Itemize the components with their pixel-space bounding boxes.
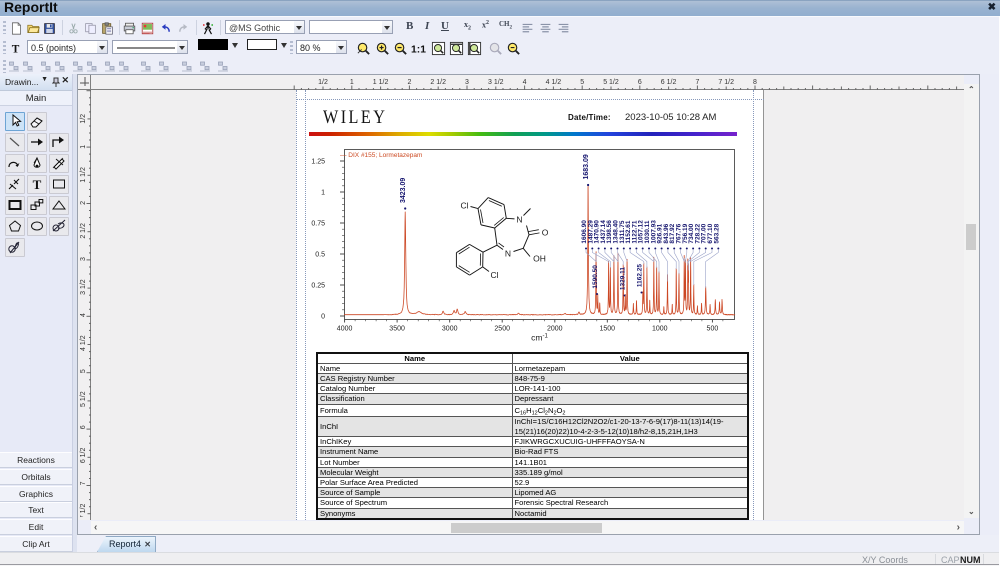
svg-text:8: 8 <box>753 79 757 86</box>
svg-text:500: 500 <box>707 326 719 333</box>
svg-text:O: O <box>542 227 549 237</box>
svg-text:4 1/2: 4 1/2 <box>546 79 562 86</box>
svg-text:T: T <box>12 44 20 55</box>
svg-text:0.25: 0.25 <box>311 282 325 289</box>
svg-text:3423.09: 3423.09 <box>400 178 407 203</box>
svg-text:0: 0 <box>321 313 325 320</box>
svg-text:3 1/2: 3 1/2 <box>488 79 504 86</box>
svg-text:5 1/2: 5 1/2 <box>80 391 87 407</box>
svg-text:1: 1 <box>321 189 325 196</box>
svg-text:1/2: 1/2 <box>80 114 87 124</box>
svg-text:4: 4 <box>523 79 527 86</box>
svg-text:Cl: Cl <box>490 270 498 280</box>
svg-text:2000: 2000 <box>547 326 563 333</box>
svg-text:1500: 1500 <box>600 326 616 333</box>
svg-text:5 1/2: 5 1/2 <box>603 79 619 86</box>
svg-text:5: 5 <box>80 369 87 373</box>
svg-text:N: N <box>505 248 511 258</box>
svg-text:7 1/2: 7 1/2 <box>80 504 87 517</box>
svg-text:N: N <box>516 215 522 225</box>
svg-text:cm-1: cm-1 <box>531 333 548 343</box>
svg-text:3: 3 <box>80 257 87 261</box>
svg-text:4: 4 <box>80 313 87 317</box>
svg-text:0.75: 0.75 <box>311 220 325 227</box>
svg-text:1590.50: 1590.50 <box>592 265 599 289</box>
svg-text:6 1/2: 6 1/2 <box>80 448 87 464</box>
svg-text:6: 6 <box>638 79 642 86</box>
svg-text:2: 2 <box>80 201 87 205</box>
svg-text:2 1/2: 2 1/2 <box>430 79 446 86</box>
svg-text:1 1/2: 1 1/2 <box>373 79 389 86</box>
svg-text:7: 7 <box>80 481 87 485</box>
svg-text:6: 6 <box>80 425 87 429</box>
svg-text:3000: 3000 <box>442 326 458 333</box>
svg-text:— DIX #155; Lormetazepam: — DIX #155; Lormetazepam <box>340 152 422 159</box>
svg-text:4 1/2: 4 1/2 <box>80 335 87 351</box>
svg-text:Cl: Cl <box>460 200 468 210</box>
svg-text:5: 5 <box>580 79 584 86</box>
svg-text:4000: 4000 <box>337 326 353 333</box>
svg-text:1: 1 <box>350 79 354 86</box>
svg-text:2: 2 <box>407 79 411 86</box>
svg-text:OH: OH <box>533 254 546 264</box>
svg-text:3: 3 <box>465 79 469 86</box>
svg-text:1:1: 1:1 <box>411 45 426 56</box>
svg-text:7 1/2: 7 1/2 <box>718 79 734 86</box>
svg-text:1/2: 1/2 <box>318 79 328 86</box>
svg-text:6 1/2: 6 1/2 <box>661 79 677 86</box>
svg-text:3500: 3500 <box>389 326 405 333</box>
svg-text:1 1/2: 1 1/2 <box>80 167 87 183</box>
svg-text:1162.25: 1162.25 <box>637 264 644 288</box>
svg-text:T: T <box>33 177 42 192</box>
svg-text:563.28: 563.28 <box>713 223 720 243</box>
svg-text:1000: 1000 <box>652 326 668 333</box>
svg-text:2500: 2500 <box>494 326 510 333</box>
svg-text:2 1/2: 2 1/2 <box>80 223 87 239</box>
svg-text:1329.11: 1329.11 <box>620 267 627 291</box>
svg-text:1: 1 <box>80 145 87 149</box>
svg-text:7: 7 <box>695 79 699 86</box>
svg-text:1.25: 1.25 <box>311 158 325 165</box>
svg-text:0.5: 0.5 <box>315 251 325 258</box>
svg-text:1683.09: 1683.09 <box>583 154 590 179</box>
svg-text:3 1/2: 3 1/2 <box>80 279 87 295</box>
